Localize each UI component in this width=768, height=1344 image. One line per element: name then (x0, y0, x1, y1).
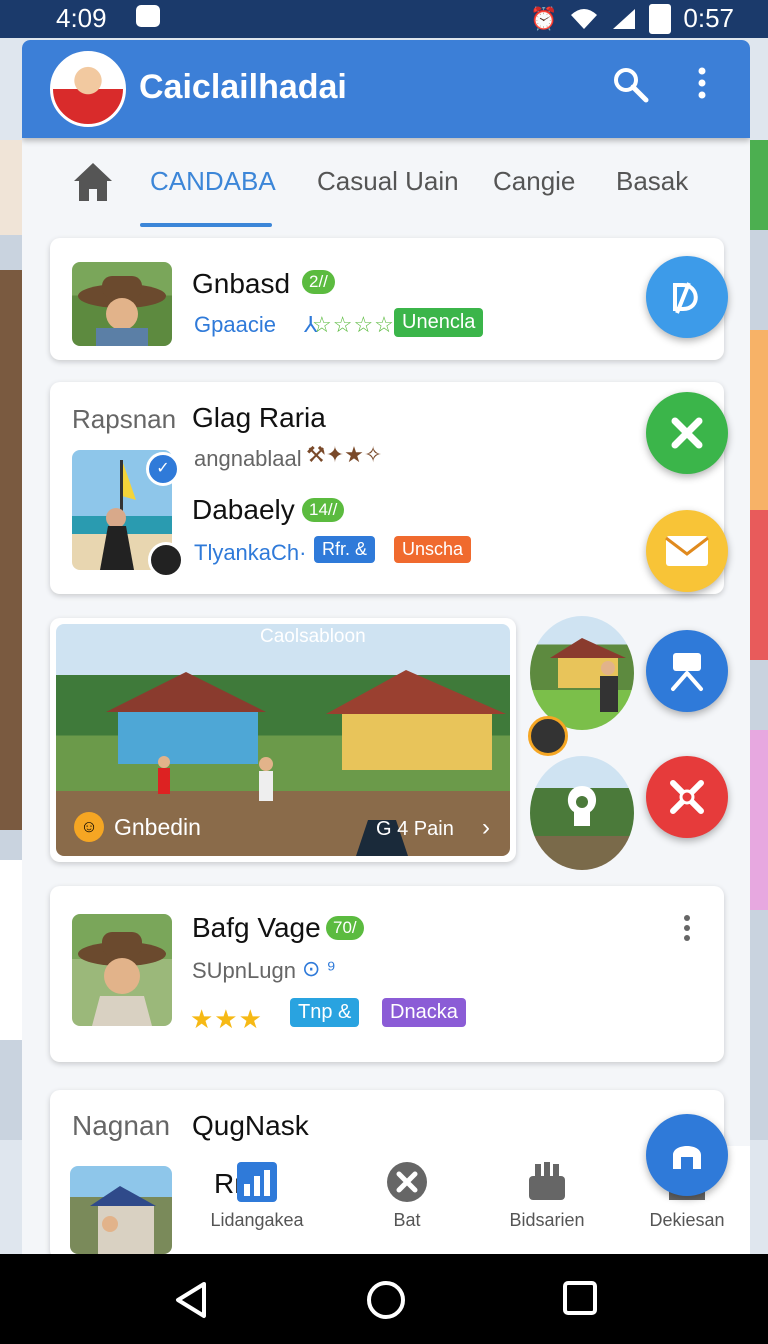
card-title-secondary: Dabaely (192, 494, 295, 525)
badge: 2// (302, 270, 335, 294)
smiley-icon: ☺ (74, 812, 104, 842)
more-vert-icon[interactable] (696, 66, 708, 109)
tab-cangie[interactable]: Cangie (493, 166, 575, 197)
nav-item-bidsarien[interactable]: Bidsarien (482, 1146, 612, 1231)
badge: 70/ (326, 916, 364, 940)
battery-icon (649, 3, 672, 34)
signal-icon (613, 8, 636, 29)
tab-indicator (140, 223, 272, 227)
card-subtitle: Gpaacie (194, 312, 276, 337)
photo-pager[interactable]: G 4 Pain (376, 818, 454, 841)
card-label: Nagnan (72, 1110, 171, 1141)
rating-stars: ★★★ (190, 1004, 263, 1034)
side-photo[interactable] (530, 756, 634, 870)
list-item[interactable]: Gnbasd 2// Gpaacie ⅄ ☆☆☆☆ Unencla (50, 238, 724, 360)
card-title: Gnbasd (192, 268, 291, 299)
small-avatar (148, 542, 184, 578)
list-item[interactable]: Rapsnan Glag Raria angnablaal ⚒✦★✧ ✓ Dab… (50, 382, 724, 594)
close-circle-icon (342, 1160, 472, 1204)
home-circle-icon[interactable] (366, 1280, 406, 1330)
background-app-left (0, 140, 22, 1140)
card-label: Rapsnan (72, 404, 177, 434)
close-fab[interactable] (646, 392, 728, 474)
photo-caption: Caolsabloon (260, 626, 366, 647)
app-bar: Caiclailhadai (22, 40, 750, 138)
tools-fab[interactable] (646, 756, 728, 838)
card-title: QugNask (192, 1110, 309, 1141)
card-title: Bafg Vage (192, 912, 321, 943)
small-avatar (528, 716, 568, 756)
home-icon[interactable] (72, 160, 114, 204)
list-item[interactable]: Bafg Vage 70/ SUpnLugn ⊙ ⁹ ★★★ Tnp & Dna… (50, 886, 724, 1062)
side-photo[interactable] (530, 616, 634, 730)
more-vert-icon[interactable] (682, 914, 692, 947)
card-subtitle: SUpnLugn (192, 958, 296, 983)
bar-chart-icon (192, 1160, 322, 1204)
app-title: Caiclailhadai (139, 68, 347, 106)
notification-icon (136, 5, 160, 27)
presentation-fab[interactable] (646, 630, 728, 712)
chevron-right-icon[interactable]: › (482, 814, 490, 842)
location-icon: ⊙ ⁹ (302, 956, 336, 981)
thumbnail (72, 914, 172, 1026)
photo-card[interactable]: Caolsabloon ☺ Gnbedin G 4 Pain › (50, 618, 516, 862)
nav-item-bat[interactable]: Bat (342, 1146, 472, 1231)
status-bar: 4:09 ⏰ 0:57 (0, 0, 768, 38)
tab-casual-uain[interactable]: Casual Uain (317, 166, 459, 197)
tag-badge: Unencla (394, 308, 484, 337)
card-title: Glag Raria (192, 402, 326, 433)
tag-badge: Unscha (394, 536, 472, 563)
card-subtitle: angnablaal (194, 446, 302, 471)
status-time-right: 0:57 (683, 3, 734, 33)
thumbnail (70, 1166, 172, 1254)
card-subtitle-secondary: TlyankaCh· (194, 540, 307, 565)
edit-fab[interactable] (646, 256, 728, 338)
tag-badge: Dnacka (382, 998, 466, 1027)
rating-stars: ☆☆☆☆ (312, 312, 395, 337)
status-time-left: 4:09 (56, 3, 107, 33)
tab-candaba[interactable]: CANDABA (150, 166, 276, 197)
alarm-icon: ⏰ (529, 5, 558, 31)
activity-icons: ⚒✦★✧ (306, 442, 383, 467)
background-app-right (750, 140, 768, 1140)
briefcase-icon (482, 1160, 612, 1204)
tag-badge: Tnp & (290, 998, 360, 1027)
wifi-icon (571, 8, 598, 29)
tab-bar: CANDABA Casual Uain Cangie Basak (22, 140, 750, 230)
tab-basak[interactable]: Basak (616, 166, 688, 197)
mail-fab[interactable] (646, 510, 728, 592)
verified-icon: ✓ (146, 452, 180, 486)
search-icon[interactable] (612, 66, 650, 113)
tag-badge: Rfr. & (314, 536, 376, 563)
badge: 14// (302, 498, 345, 522)
main-sheet: Caiclailhadai CANDABA Casual Uain Cangie… (22, 40, 750, 1254)
back-icon[interactable] (172, 1280, 208, 1330)
profile-avatar[interactable] (50, 51, 126, 127)
thumbnail (72, 262, 172, 346)
home-fab[interactable] (646, 1114, 728, 1196)
system-navigation-bar (0, 1254, 768, 1344)
recents-icon[interactable] (562, 1280, 598, 1326)
photo-label: Gnbedin (114, 814, 201, 840)
nav-item-lidangakea[interactable]: Lidangakea (192, 1146, 322, 1231)
